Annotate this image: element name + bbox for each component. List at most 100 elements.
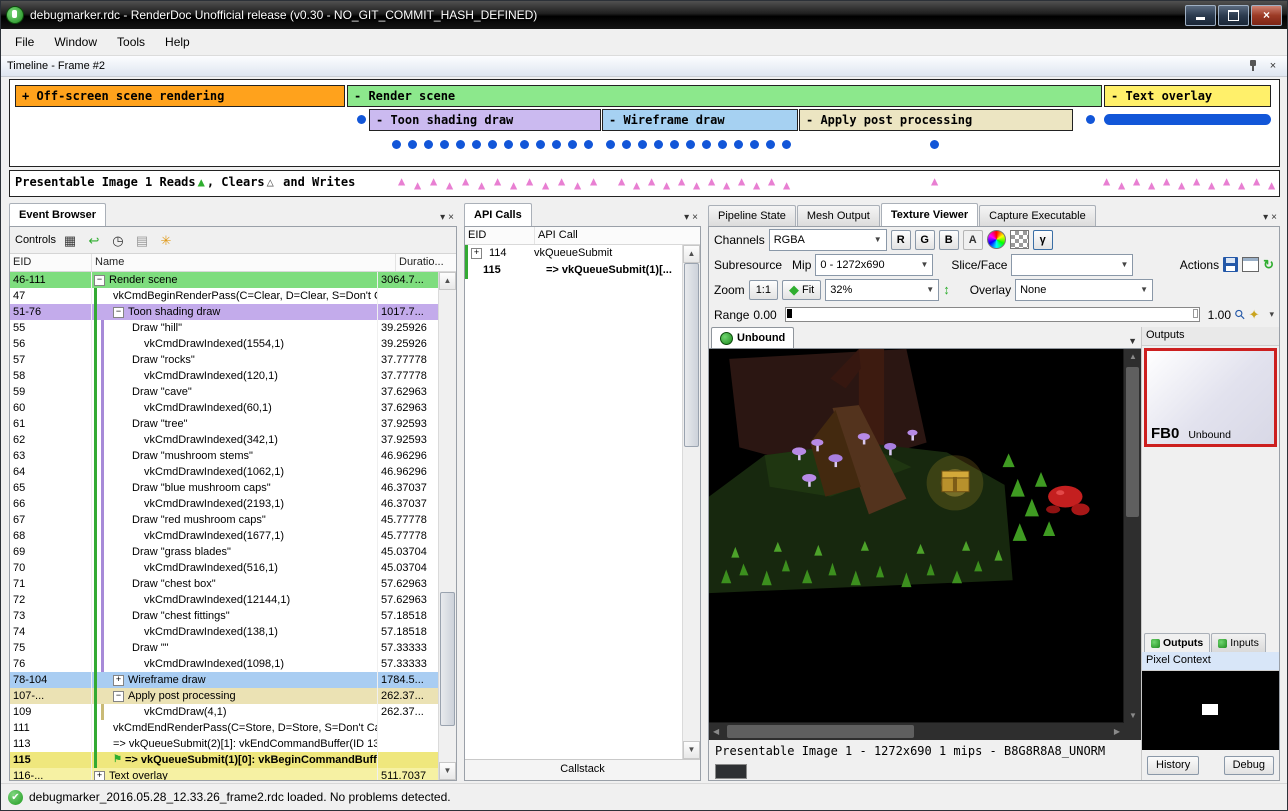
event-row[interactable]: 58vkCmdDrawIndexed(120,1)37.77778	[10, 368, 438, 384]
scroll-thumb[interactable]	[727, 725, 914, 738]
scroll-thumb[interactable]	[684, 263, 699, 447]
maximize-button[interactable]	[1218, 5, 1249, 26]
range-white-point-handle[interactable]	[1193, 309, 1198, 318]
event-row[interactable]: 78-104+Wireframe draw1784.5...	[10, 672, 438, 688]
timeline-draw-span[interactable]	[1104, 114, 1271, 125]
timeline-marker-bar[interactable]: - Wireframe draw	[602, 109, 798, 131]
draw-event-dot[interactable]	[654, 140, 663, 149]
channel-green-button[interactable]: G	[915, 230, 935, 250]
draw-event-dot[interactable]	[536, 140, 545, 149]
write-triangle-icon[interactable]: ▲	[931, 175, 938, 187]
event-row[interactable]: 55Draw "hill"39.25926	[10, 320, 438, 336]
timeline-marker-bar[interactable]: - Apply post processing	[799, 109, 1073, 131]
callstack-section[interactable]: Callstack	[465, 759, 700, 780]
event-row[interactable]: 73Draw "chest fittings"57.18518	[10, 608, 438, 624]
zoom-fit-button[interactable]: ◆ Fit	[782, 280, 821, 300]
column-name[interactable]: Name	[92, 254, 396, 271]
overlay-select[interactable]: None▼	[1015, 279, 1153, 301]
expander-icon[interactable]: +	[113, 675, 124, 686]
tab-mesh-output[interactable]: Mesh Output	[797, 205, 880, 226]
write-triangle-icon[interactable]: ▲	[398, 175, 405, 187]
panel-menu-icon[interactable]: ▾	[684, 212, 689, 223]
color-wheel-icon[interactable]	[987, 230, 1006, 249]
expander-icon[interactable]: −	[94, 275, 105, 286]
draw-event-dot[interactable]	[408, 140, 417, 149]
clear-triangle-icon[interactable]: △	[267, 175, 274, 189]
write-triangle-icon[interactable]: ▲	[430, 175, 437, 187]
draw-event-dot[interactable]	[782, 140, 791, 149]
write-triangle-icon[interactable]: ▲	[1238, 179, 1245, 191]
api-call-row-selected[interactable]: 115 => vkQueueSubmit(1)[...	[465, 262, 682, 279]
texture-display[interactable]: ▲ ▼ ◀ ▶	[709, 349, 1141, 740]
pixel-context-view[interactable]	[1142, 671, 1279, 750]
event-row[interactable]: 62vkCmdDrawIndexed(342,1)37.92593	[10, 432, 438, 448]
write-triangle-icon[interactable]: ▲	[414, 179, 421, 191]
tab-outputs[interactable]: Outputs	[1144, 633, 1210, 652]
scroll-down-icon[interactable]: ▼	[683, 741, 700, 759]
write-triangle-icon[interactable]: ▲	[663, 179, 670, 191]
write-triangle-icon[interactable]: ▲	[494, 175, 501, 187]
panel-close-icon[interactable]: ×	[692, 212, 698, 223]
event-row[interactable]: 116-...+Text overlay511.7037	[10, 768, 438, 780]
bookmark-icon[interactable]: ✳	[155, 230, 177, 250]
scroll-right-icon[interactable]: ▶	[1114, 727, 1120, 736]
debug-button[interactable]: Debug	[1224, 756, 1274, 775]
api-call-row[interactable]: +114 vkQueueSubmit	[465, 245, 682, 262]
zoom-1-1-button[interactable]: 1:1	[749, 280, 778, 300]
event-row[interactable]: 67Draw "red mushroom caps"45.77778	[10, 512, 438, 528]
draw-event-dot[interactable]	[1086, 115, 1095, 124]
draw-event-dot[interactable]	[702, 140, 711, 149]
jump-to-eid-icon[interactable]: ↩	[83, 230, 105, 250]
timeline-close-icon[interactable]: ×	[1265, 59, 1281, 73]
menu-window[interactable]: Window	[44, 31, 107, 53]
statistics-icon[interactable]: ▤	[131, 230, 153, 250]
range-slider[interactable]	[785, 307, 1200, 322]
write-triangle-icon[interactable]: ▲	[648, 175, 655, 187]
write-triangle-icon[interactable]: ▲	[1253, 175, 1260, 187]
write-triangle-icon[interactable]: ▲	[753, 179, 760, 191]
write-triangle-icon[interactable]: ▲	[1103, 175, 1110, 187]
gamma-button[interactable]: γ	[1033, 230, 1053, 250]
event-row[interactable]: 115⚑=> vkQueueSubmit(1)[0]: vkBeginComma…	[10, 752, 438, 768]
autofit-range-icon[interactable]: ✦	[1249, 308, 1260, 321]
event-row[interactable]: 66vkCmdDrawIndexed(2193,1)46.37037	[10, 496, 438, 512]
draw-event-dot[interactable]	[766, 140, 775, 149]
texture-tab-list-icon[interactable]: ▼	[1128, 336, 1141, 348]
draw-event-dot[interactable]	[638, 140, 647, 149]
draw-event-dot[interactable]	[424, 140, 433, 149]
write-triangle-icon[interactable]: ▲	[708, 175, 715, 187]
draw-event-dot[interactable]	[488, 140, 497, 149]
mip-select[interactable]: 0 - 1272x690▼	[815, 254, 933, 276]
event-row[interactable]: 64vkCmdDrawIndexed(1062,1)46.96296	[10, 464, 438, 480]
write-triangle-icon[interactable]: ▲	[693, 179, 700, 191]
expander-icon[interactable]: −	[113, 691, 124, 702]
write-triangle-icon[interactable]: ▲	[1148, 179, 1155, 191]
write-triangle-icon[interactable]: ▲	[768, 175, 775, 187]
write-triangle-icon[interactable]: ▲	[574, 179, 581, 191]
draw-event-dot[interactable]	[456, 140, 465, 149]
overflow-chevron-icon[interactable]: ▾	[1269, 309, 1274, 320]
event-row[interactable]: 61Draw "tree"37.92593	[10, 416, 438, 432]
range-black-point-handle[interactable]	[787, 309, 792, 318]
write-triangle-icon[interactable]: ▲	[590, 175, 597, 187]
read-triangle-icon[interactable]: ▲	[198, 175, 205, 189]
column-eid[interactable]: EID	[10, 254, 92, 271]
flip-y-icon[interactable]: ↕	[943, 283, 950, 296]
event-row[interactable]: 51-76−Toon shading draw1017.7...	[10, 304, 438, 320]
event-row[interactable]: 63Draw "mushroom stems"46.96296	[10, 448, 438, 464]
viewer-vertical-scrollbar[interactable]: ▲ ▼	[1123, 349, 1141, 723]
event-row[interactable]: 56vkCmdDrawIndexed(1554,1)39.25926	[10, 336, 438, 352]
event-row[interactable]: 47vkCmdBeginRenderPass(C=Clear, D=Clear,…	[10, 288, 438, 304]
column-api-call[interactable]: API Call	[535, 227, 578, 244]
alpha-checkerboard-icon[interactable]	[1010, 230, 1029, 249]
scroll-left-icon[interactable]: ◀	[713, 727, 719, 736]
texture-tab-unbound[interactable]: Unbound	[711, 327, 794, 348]
menu-help[interactable]: Help	[155, 31, 200, 53]
event-row[interactable]: 46-111−Render scene3064.7...	[10, 272, 438, 288]
tab-api-calls[interactable]: API Calls	[464, 203, 532, 226]
texture-image[interactable]	[709, 349, 1124, 723]
write-triangle-icon[interactable]: ▲	[1133, 175, 1140, 187]
event-row[interactable]: 113=> vkQueueSubmit(2)[1]: vkEndCommandB…	[10, 736, 438, 752]
zoom-percent-input[interactable]: 32%▼	[825, 279, 939, 301]
channel-blue-button[interactable]: B	[939, 230, 959, 250]
